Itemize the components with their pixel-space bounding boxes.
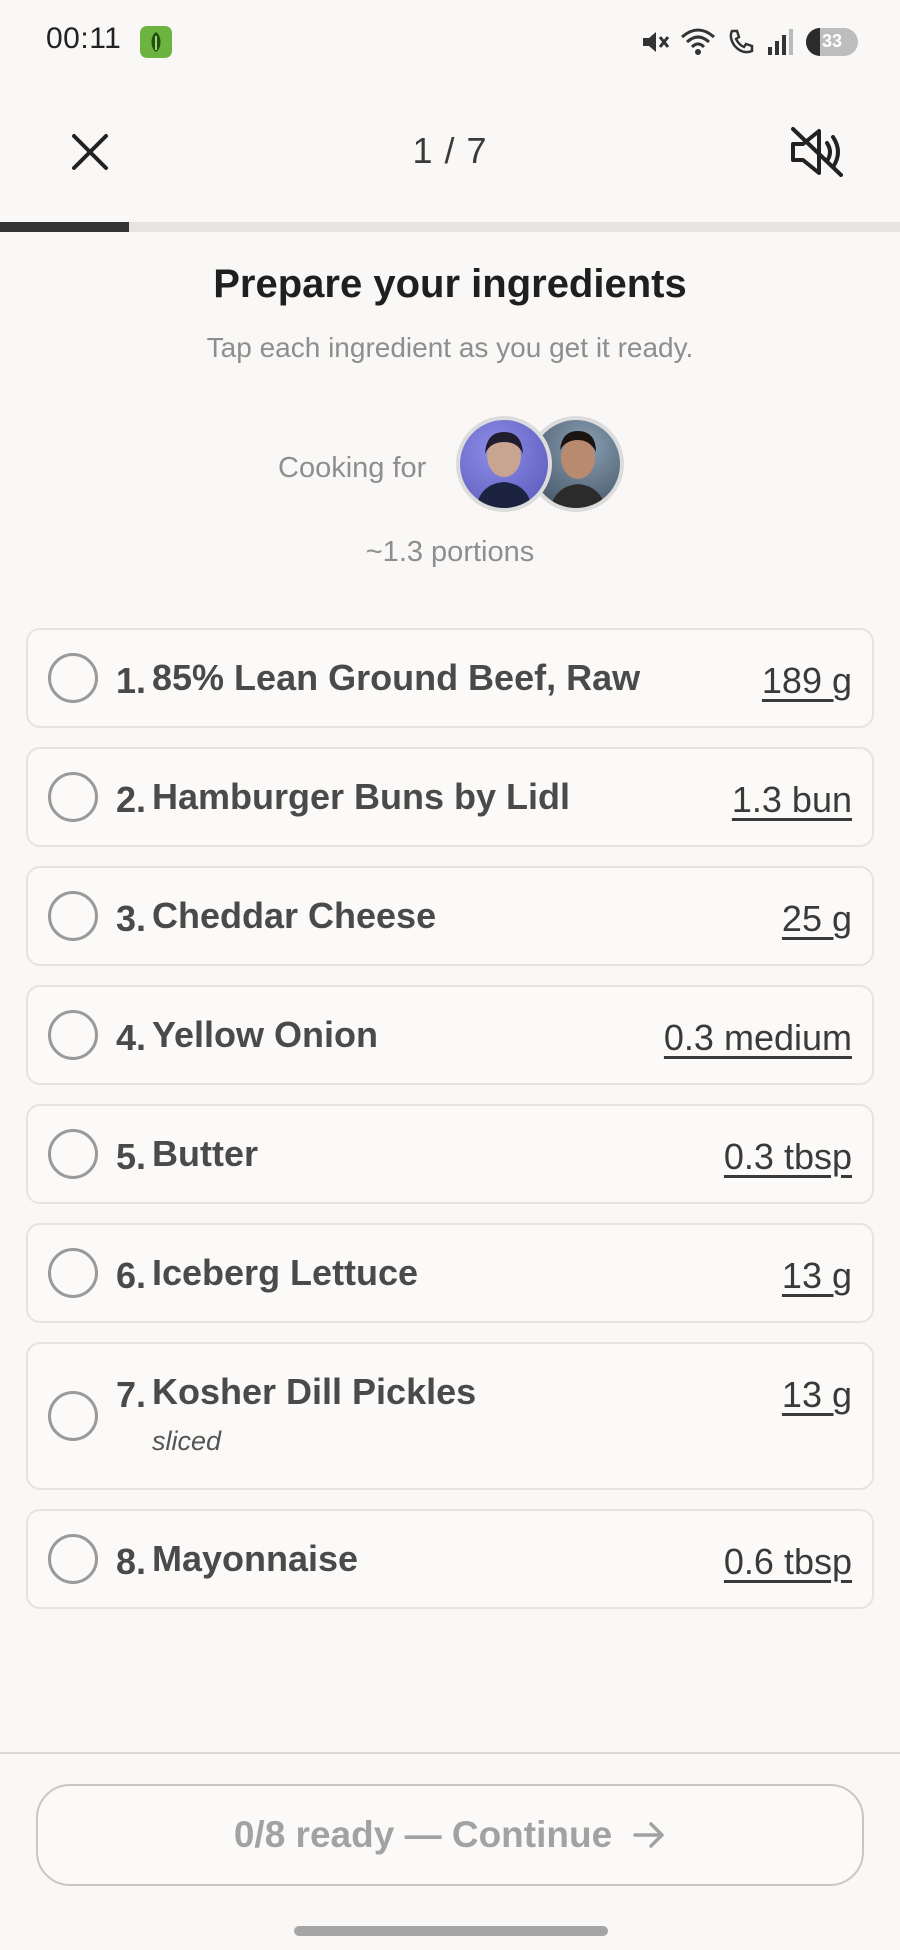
ingredient-checkbox[interactable] xyxy=(48,1391,98,1441)
status-icons: 33 xyxy=(640,22,858,62)
ingredient-checkbox[interactable] xyxy=(48,653,98,703)
arrow-right-icon xyxy=(633,1822,664,1848)
step-counter: 1 / 7 xyxy=(412,130,488,171)
cooking-for-label: Cooking for xyxy=(278,452,427,484)
ingredient-index: 4. xyxy=(116,1017,147,1058)
battery-level: 33 xyxy=(821,31,843,51)
status-bar: 00:11 33 xyxy=(0,0,900,84)
ingredient-row[interactable]: 5. Butter 0.3 tbsp xyxy=(26,1104,874,1204)
ingredient-name: Cheddar Cheese xyxy=(152,895,437,936)
ingredient-checkbox[interactable] xyxy=(48,772,98,822)
sound-toggle-button[interactable] xyxy=(786,120,850,184)
continue-button[interactable]: 0/8 ready — Continue xyxy=(36,1784,864,1886)
ingredient-index: 6. xyxy=(116,1255,147,1296)
ingredient-index: 3. xyxy=(116,898,147,939)
ingredient-row[interactable]: 6. Iceberg Lettuce 13 g xyxy=(26,1223,874,1323)
ingredient-quantity[interactable]: 13 g xyxy=(782,1255,852,1297)
status-time: 00:11 xyxy=(46,22,122,55)
ingredient-row[interactable]: 2. Hamburger Buns by Lidl 1.3 bun xyxy=(26,747,874,847)
ingredient-quantity[interactable]: 0.3 tbsp xyxy=(724,1136,852,1178)
ingredient-row[interactable]: 3. Cheddar Cheese 25 g xyxy=(26,866,874,966)
ingredient-checkbox[interactable] xyxy=(48,1010,98,1060)
top-app-bar: 1 / 7 xyxy=(0,100,900,204)
home-indicator[interactable] xyxy=(294,1926,608,1936)
ingredient-checkbox[interactable] xyxy=(48,891,98,941)
step-progress-bar xyxy=(0,222,900,232)
ingredient-checkbox[interactable] xyxy=(48,1129,98,1179)
battery-icon: 33 xyxy=(806,28,858,56)
ingredient-checkbox[interactable] xyxy=(48,1248,98,1298)
ingredient-checkbox[interactable] xyxy=(48,1534,98,1584)
call-icon xyxy=(729,29,754,54)
avatar[interactable] xyxy=(456,416,552,512)
ingredient-quantity[interactable]: 0.3 medium xyxy=(664,1017,852,1059)
bottom-divider xyxy=(0,1752,900,1754)
ingredient-index: 2. xyxy=(116,779,147,820)
ingredient-row[interactable]: 8. Mayonnaise 0.6 tbsp xyxy=(26,1509,874,1609)
page-subtitle: Tap each ingredient as you get it ready. xyxy=(206,332,694,363)
ingredient-quantity[interactable]: 189 g xyxy=(762,660,852,702)
portions-text: ~1.3 portions xyxy=(365,536,535,568)
ingredient-index: 7. xyxy=(116,1374,147,1415)
step-progress-fill xyxy=(0,222,129,232)
page-title: Prepare your ingredients xyxy=(213,262,687,306)
ingredient-quantity[interactable]: 1.3 bun xyxy=(732,779,852,821)
ingredient-index: 5. xyxy=(116,1136,147,1177)
wifi-icon xyxy=(681,28,715,55)
app-notification-icon xyxy=(140,26,172,58)
mute-icon xyxy=(643,32,670,52)
cooking-for-row: Cooking for xyxy=(0,416,900,526)
ingredient-quantity[interactable]: 13 g xyxy=(782,1374,852,1416)
signal-icon xyxy=(768,29,793,55)
ingredient-note: sliced xyxy=(152,1426,222,1456)
speaker-muted-icon xyxy=(791,127,843,177)
ingredient-quantity[interactable]: 25 g xyxy=(782,898,852,940)
ingredient-row[interactable]: 1. 85% Lean Ground Beef, Raw 189 g xyxy=(26,628,874,728)
ingredient-name: Iceberg Lettuce xyxy=(152,1252,419,1293)
ingredient-row[interactable]: 4. Yellow Onion 0.3 medium xyxy=(26,985,874,1085)
ingredient-index: 1. xyxy=(116,660,147,701)
ingredient-quantity[interactable]: 0.6 tbsp xyxy=(724,1541,852,1583)
ingredient-row[interactable]: 7. Kosher Dill Pickles sliced 13 g xyxy=(26,1342,874,1490)
ingredient-index: 8. xyxy=(116,1541,147,1582)
ingredient-name: Kosher Dill Pickles xyxy=(152,1371,477,1412)
continue-label: 0/8 ready — Continue xyxy=(233,1814,613,1855)
ingredient-name: 85% Lean Ground Beef, Raw xyxy=(152,657,641,698)
ingredient-list: 1. 85% Lean Ground Beef, Raw 189 g 2. Hambur… xyxy=(26,628,874,1628)
